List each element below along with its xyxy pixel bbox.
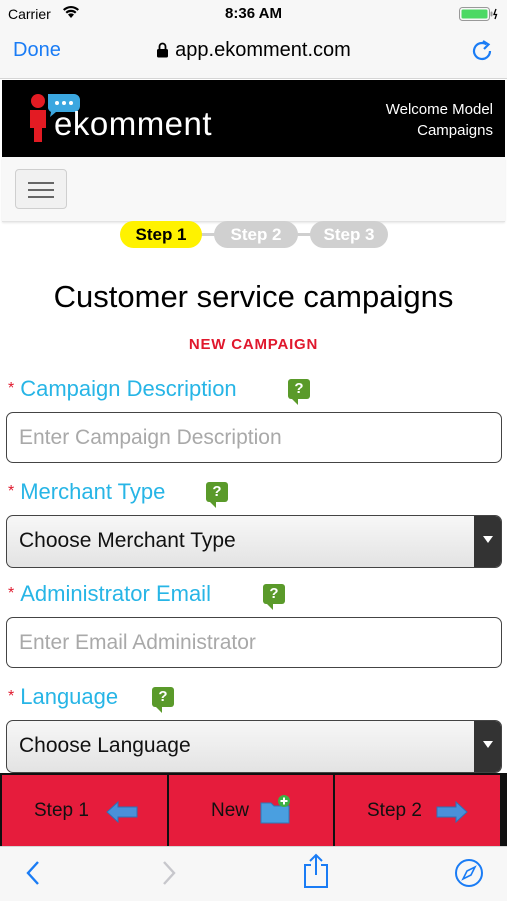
campaign-description-input[interactable] [6, 412, 502, 463]
admin-email-label: * Administrator Email [8, 581, 211, 607]
status-bar: Carrier 8:36 AM [0, 0, 507, 28]
merchant-type-label-text: Merchant Type [20, 479, 166, 504]
merchant-type-label: * Merchant Type [8, 479, 165, 505]
required-marker: * [8, 688, 15, 705]
chevron-down-icon [474, 721, 501, 772]
step-3-pill: Step 3 [310, 221, 388, 248]
arrow-right-icon [436, 800, 468, 829]
step-2-button[interactable]: Step 2 [335, 775, 500, 846]
action-bar: Step 1 New Step 2 [0, 773, 507, 846]
help-icon[interactable]: ? [288, 379, 310, 405]
required-marker: * [8, 585, 15, 602]
required-marker: * [8, 380, 15, 397]
browser-address-bar: Done app.ekomment.com [0, 28, 507, 79]
help-icon[interactable]: ? [263, 584, 285, 610]
lock-icon [156, 41, 169, 64]
arrow-left-icon [106, 800, 138, 829]
folder-add-icon [259, 793, 293, 831]
campaign-description-label: * Campaign Description [8, 376, 237, 402]
welcome-line-1: Welcome Model [385, 101, 493, 118]
step-1-button-label: Step 1 [34, 800, 89, 821]
step-indicator: Step 1 Step 2 Step 3 [0, 219, 507, 251]
language-label: * Language [8, 684, 118, 710]
language-label-text: Language [20, 684, 119, 709]
new-button-label: New [211, 800, 250, 821]
campaign-description-label-text: Campaign Description [20, 376, 237, 401]
step-2-button-label: Step 2 [367, 800, 422, 821]
url-text: app.ekomment.com [175, 39, 351, 61]
step-1-pill: Step 1 [120, 221, 202, 248]
clock: 8:36 AM [225, 5, 282, 22]
url-field[interactable]: app.ekomment.com [0, 39, 507, 64]
share-icon[interactable] [302, 853, 330, 894]
battery-icon [459, 6, 499, 27]
required-marker: * [8, 483, 15, 500]
hamburger-icon[interactable] [15, 169, 67, 209]
brand-name: ekomment [54, 105, 213, 142]
chevron-down-icon [474, 516, 501, 567]
admin-email-input[interactable] [6, 617, 502, 668]
help-icon[interactable]: ? [206, 482, 228, 508]
step-1-button[interactable]: Step 1 [2, 775, 167, 846]
reload-icon[interactable] [469, 38, 495, 69]
language-value: Choose Language [19, 734, 191, 757]
compass-icon[interactable] [454, 858, 484, 893]
admin-email-label-text: Administrator Email [20, 581, 211, 606]
browser-toolbar [0, 846, 507, 901]
navbar [2, 157, 505, 222]
forward-icon[interactable] [160, 859, 178, 892]
step-2-pill: Step 2 [214, 221, 298, 248]
merchant-type-value: Choose Merchant Type [19, 529, 236, 552]
merchant-type-select[interactable]: Choose Merchant Type [6, 515, 502, 568]
new-button[interactable]: New [169, 775, 333, 846]
back-icon[interactable] [24, 859, 42, 892]
welcome-text: Welcome Model Campaigns [386, 99, 493, 141]
site-header: ekomment Welcome Model Campaigns [2, 80, 505, 157]
page-subtitle: NEW CAMPAIGN [188, 336, 319, 353]
welcome-line-2: Campaigns [417, 122, 493, 139]
language-select[interactable]: Choose Language [6, 720, 502, 773]
help-icon[interactable]: ? [152, 687, 174, 713]
page-title: Customer service campaigns [53, 279, 454, 314]
